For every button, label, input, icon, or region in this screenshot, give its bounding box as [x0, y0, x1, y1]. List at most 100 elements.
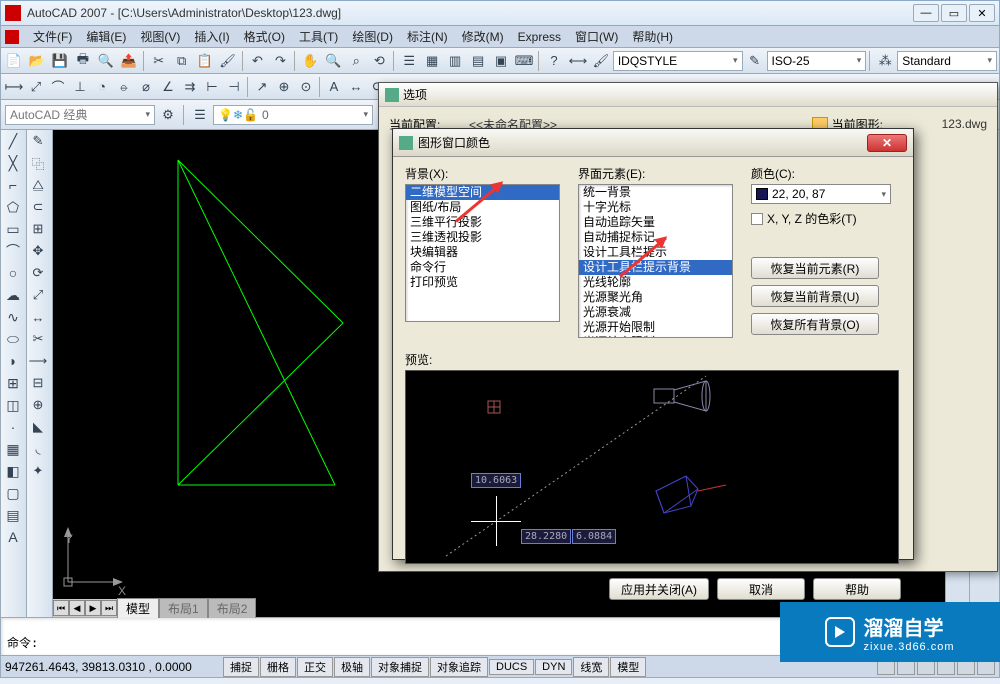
pline-icon[interactable]: ⌐: [1, 174, 25, 196]
close-button[interactable]: ✕: [969, 4, 995, 22]
block-icon[interactable]: ◫: [1, 394, 25, 416]
continue-icon[interactable]: ⊣: [223, 76, 245, 98]
dim-jog-icon[interactable]: ⦵: [113, 76, 135, 98]
mtext-icon[interactable]: A: [1, 526, 25, 548]
paste-icon[interactable]: 📋: [194, 50, 216, 72]
color-select[interactable]: 22, 20, 87 ▾: [751, 184, 891, 204]
restore-context-button[interactable]: 恢复当前背景(U): [751, 285, 879, 307]
polygon-icon[interactable]: ⬠: [1, 196, 25, 218]
element-item[interactable]: 十字光标: [579, 200, 732, 215]
xyz-checkbox[interactable]: X, Y, Z 的色彩(T): [751, 210, 891, 227]
element-item[interactable]: 光源衰减: [579, 305, 732, 320]
center-icon[interactable]: ⊙: [295, 76, 317, 98]
erase-icon[interactable]: ✎: [27, 130, 49, 152]
mirror-icon[interactable]: ⧋: [27, 174, 49, 196]
ellipse-arc-icon[interactable]: ◗: [1, 350, 25, 372]
rotate-icon[interactable]: ⟳: [27, 262, 49, 284]
ellipse-icon[interactable]: ⬭: [1, 328, 25, 350]
dim-radius-icon[interactable]: ◔: [91, 76, 113, 98]
restore-all-button[interactable]: 恢复所有背景(O): [751, 313, 879, 335]
tool-palette-icon[interactable]: ▥: [444, 50, 466, 72]
dimtedit-icon[interactable]: ↔: [345, 76, 367, 98]
close-button[interactable]: ✕: [867, 134, 907, 152]
restore-element-button[interactable]: 恢复当前元素(R): [751, 257, 879, 279]
point-icon[interactable]: ·: [1, 416, 25, 438]
tab-layout1[interactable]: 布局1: [159, 598, 208, 618]
insert-icon[interactable]: ⊞: [1, 372, 25, 394]
copy-icon[interactable]: ⧉: [171, 50, 193, 72]
baseline-icon[interactable]: ⊢: [201, 76, 223, 98]
pan-icon[interactable]: ✋: [299, 50, 321, 72]
workspace-select[interactable]: AutoCAD 经典 ▾: [5, 105, 155, 125]
circle-icon[interactable]: ○: [1, 262, 25, 284]
ortho-toggle[interactable]: 正交: [297, 657, 333, 677]
zoom-prev-icon[interactable]: ⟲: [368, 50, 390, 72]
model-toggle[interactable]: 模型: [610, 657, 646, 677]
element-item[interactable]: 光源聚光角: [579, 290, 732, 305]
extend-icon[interactable]: ⟶: [27, 350, 49, 372]
dc-icon[interactable]: ▦: [421, 50, 443, 72]
apply-close-button[interactable]: 应用并关闭(A): [609, 578, 709, 600]
array-icon[interactable]: ⊞: [27, 218, 49, 240]
element-item[interactable]: 自动追踪矢量: [579, 215, 732, 230]
zoom-win-icon[interactable]: ⌕: [345, 50, 367, 72]
sheet-icon[interactable]: ▤: [467, 50, 489, 72]
grid-toggle[interactable]: 栅格: [260, 657, 296, 677]
table-icon[interactable]: ▤: [1, 504, 25, 526]
menu-draw[interactable]: 绘图(D): [346, 26, 399, 47]
fillet-icon[interactable]: ◟: [27, 438, 49, 460]
element-item[interactable]: 设计工具栏提示背景: [579, 260, 732, 275]
arc-icon[interactable]: ⌒: [1, 240, 25, 262]
layer-props-icon[interactable]: ☰: [189, 104, 211, 126]
ducs-toggle[interactable]: DUCS: [489, 659, 534, 675]
menu-edit[interactable]: 编辑(E): [80, 26, 132, 47]
dim-diameter-icon[interactable]: ⌀: [135, 76, 157, 98]
dim-linear-icon[interactable]: ⟼: [3, 76, 25, 98]
menu-tools[interactable]: 工具(T): [293, 26, 344, 47]
menu-modify[interactable]: 修改(M): [456, 26, 510, 47]
break-icon[interactable]: ⊟: [27, 372, 49, 394]
leader-icon[interactable]: ↗: [251, 76, 273, 98]
tolerance-icon[interactable]: ⊕: [273, 76, 295, 98]
menu-help[interactable]: 帮助(H): [626, 26, 679, 47]
dim-pen-icon[interactable]: ✎: [744, 50, 766, 72]
props-icon[interactable]: ☰: [398, 50, 420, 72]
scale-icon[interactable]: ⤢: [27, 284, 49, 306]
dimstyle-select[interactable]: IDQSTYLE ▾: [613, 51, 743, 71]
tab-layout2[interactable]: 布局2: [208, 598, 257, 618]
textstyle-select[interactable]: Standard ▾: [897, 51, 997, 71]
menu-insert[interactable]: 插入(I): [188, 26, 235, 47]
menu-window[interactable]: 窗口(W): [569, 26, 624, 47]
context-item[interactable]: 打印预览: [406, 275, 559, 290]
copy-obj-icon[interactable]: ⿻: [27, 152, 49, 174]
tab-first-icon[interactable]: ⏮: [53, 600, 69, 616]
layer-select[interactable]: 💡❄🔓 0 ▾: [213, 105, 373, 125]
context-item[interactable]: 三维透视投影: [406, 230, 559, 245]
publish-icon[interactable]: 📤: [118, 50, 140, 72]
textstyle-icon[interactable]: ⁂: [874, 50, 896, 72]
iso-select[interactable]: ISO-25 ▾: [767, 51, 867, 71]
paint-icon[interactable]: 🖌: [590, 50, 612, 72]
menu-format[interactable]: 格式(O): [238, 26, 291, 47]
tab-last-icon[interactable]: ⏭: [101, 600, 117, 616]
match-icon[interactable]: 🖌: [217, 50, 239, 72]
menu-express[interactable]: Express: [512, 28, 567, 46]
dimedit-icon[interactable]: A: [323, 76, 345, 98]
maximize-button[interactable]: ▭: [941, 4, 967, 22]
ws-settings-icon[interactable]: ⚙: [157, 104, 179, 126]
preview-icon[interactable]: 🔍: [95, 50, 117, 72]
otrack-toggle[interactable]: 对象追踪: [430, 657, 488, 677]
zoom-rt-icon[interactable]: 🔍: [322, 50, 344, 72]
explode-icon[interactable]: ✦: [27, 460, 49, 482]
element-item[interactable]: 统一背景: [579, 185, 732, 200]
redo-icon[interactable]: ↷: [269, 50, 291, 72]
cancel-button[interactable]: 取消: [717, 578, 805, 600]
join-icon[interactable]: ⊕: [27, 394, 49, 416]
dim-arc-icon[interactable]: ⌒: [47, 76, 69, 98]
menu-view[interactable]: 视图(V): [134, 26, 186, 47]
element-item[interactable]: 光源结束限制: [579, 335, 732, 338]
chamfer-icon[interactable]: ◣: [27, 416, 49, 438]
dim-angular-icon[interactable]: ∠: [157, 76, 179, 98]
context-item[interactable]: 块编辑器: [406, 245, 559, 260]
context-item[interactable]: 命令行: [406, 260, 559, 275]
